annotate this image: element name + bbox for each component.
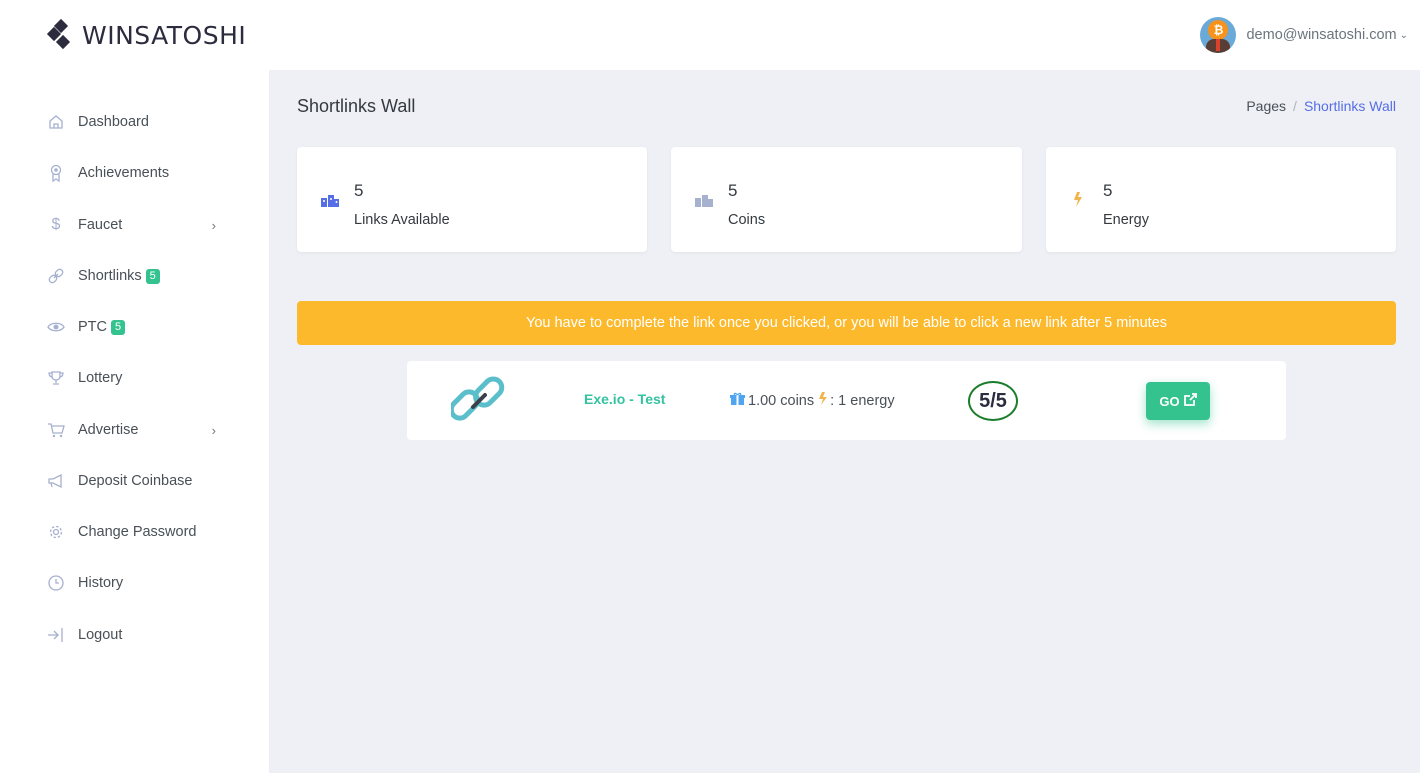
user-menu[interactable]: ₿ demo@winsatoshi.com ⌄: [1200, 17, 1408, 53]
breadcrumb: Pages / Shortlinks Wall: [1246, 98, 1396, 114]
main-content: Shortlinks Wall Pages / Shortlinks Wall 5 …: [270, 70, 1420, 773]
stat-value: 5: [1103, 181, 1113, 200]
gift-icon: [730, 392, 745, 410]
count-badge: 5: [111, 319, 126, 335]
sidebar-item-label: Lottery: [78, 370, 123, 386]
sidebar-item-label: Faucet: [78, 217, 123, 233]
link-icon: [46, 266, 66, 286]
gear-icon: [46, 522, 66, 542]
stat-label: Links Available: [354, 212, 450, 228]
sidebar-item-ptc[interactable]: PTC 5: [46, 312, 236, 342]
sidebar-item-label: PTC: [78, 319, 107, 335]
logo-text: WINSATOSHI: [82, 20, 247, 50]
sidebar-item-deposit-coinbase[interactable]: Deposit Coinbase: [46, 466, 236, 496]
sidebar-item-faucet[interactable]: $ Faucet ›: [46, 210, 236, 240]
page-title: Shortlinks Wall: [297, 96, 416, 116]
shortlink-name: Exe.io - Test: [584, 391, 666, 407]
sidebar-item-change-password[interactable]: Change Password: [46, 517, 236, 547]
sidebar-item-advertise[interactable]: Advertise ›: [46, 415, 236, 445]
stat-card-links-available: 5 Links Available: [297, 147, 647, 252]
external-link-icon: [1183, 393, 1197, 409]
logo[interactable]: WINSATOSHI: [46, 18, 247, 50]
cart-icon: [46, 420, 66, 440]
logo-icon: [46, 18, 74, 50]
sidebar-item-label: Change Password: [78, 524, 197, 540]
shortlink-reward: 1.00 coins : 1 energy: [730, 391, 895, 410]
breadcrumb-item-pages[interactable]: Pages: [1246, 98, 1286, 114]
megaphone-icon: [46, 471, 66, 491]
chevron-right-icon: ›: [211, 422, 216, 438]
sidebar-item-history[interactable]: History: [46, 568, 236, 598]
stat-card-coins: 5 Coins: [671, 147, 1022, 252]
stat-value: 5: [728, 181, 738, 200]
warning-alert: You have to complete the link once you c…: [297, 301, 1396, 345]
top-header: WINSATOSHI ₿ demo@winsatoshi.com ⌄: [0, 0, 1420, 70]
sidebar-item-logout[interactable]: Logout: [46, 620, 236, 650]
chevron-right-icon: ›: [211, 217, 216, 233]
sidebar-item-label: Logout: [78, 627, 123, 643]
user-email: demo@winsatoshi.com: [1246, 27, 1397, 43]
eye-icon: [46, 317, 66, 337]
bolt-icon: [818, 391, 828, 410]
shortlink-card: Exe.io - Test 1.00 coins : 1 energy 5/5 …: [407, 361, 1286, 440]
reward-coins: 1.00 coins: [748, 392, 815, 409]
sidebar-item-achievements[interactable]: Achievements: [46, 158, 236, 188]
chain-link-icon: [448, 373, 507, 429]
sidebar-item-label: Advertise: [78, 422, 139, 438]
home-icon: [46, 112, 66, 132]
bitcoin-avatar-icon: ₿: [1200, 17, 1237, 53]
go-button[interactable]: GO: [1146, 382, 1210, 420]
sidebar-item-lottery[interactable]: Lottery: [46, 363, 236, 393]
coins-icon: [320, 189, 340, 209]
stat-card-energy: 5 Energy: [1046, 147, 1396, 252]
sidebar-item-label: Shortlinks: [78, 268, 142, 284]
chevron-down-icon: ⌄: [1399, 29, 1408, 41]
logout-icon: [46, 625, 66, 645]
sidebar-item-label: Dashboard: [78, 114, 149, 130]
breadcrumb-item-current: Shortlinks Wall: [1303, 98, 1396, 114]
reward-energy: : 1 energy: [830, 392, 895, 409]
medal-icon: [46, 163, 66, 183]
go-button-label: GO: [1159, 393, 1180, 409]
count-badge: 5: [145, 268, 160, 284]
stat-label: Energy: [1103, 212, 1149, 228]
sidebar-item-label: Achievements: [78, 165, 170, 181]
breadcrumb-separator: /: [1293, 98, 1297, 114]
dollar-icon: $: [51, 216, 61, 233]
coins-icon: [694, 189, 714, 209]
bolt-icon: [1069, 189, 1089, 209]
stat-label: Coins: [728, 212, 766, 228]
sidebar-item-dashboard[interactable]: Dashboard: [46, 107, 236, 137]
sidebar-item-shortlinks[interactable]: Shortlinks 5: [46, 261, 236, 291]
clock-icon: [46, 573, 66, 593]
sidebar-item-label: Deposit Coinbase: [78, 473, 193, 489]
sidebar: Dashboard Achievements $ Faucet › Shortl…: [0, 70, 270, 773]
stat-value: 5: [354, 181, 364, 200]
sidebar-item-label: History: [78, 575, 124, 591]
visits-remaining-counter: 5/5: [968, 381, 1018, 421]
trophy-icon: [46, 368, 66, 388]
